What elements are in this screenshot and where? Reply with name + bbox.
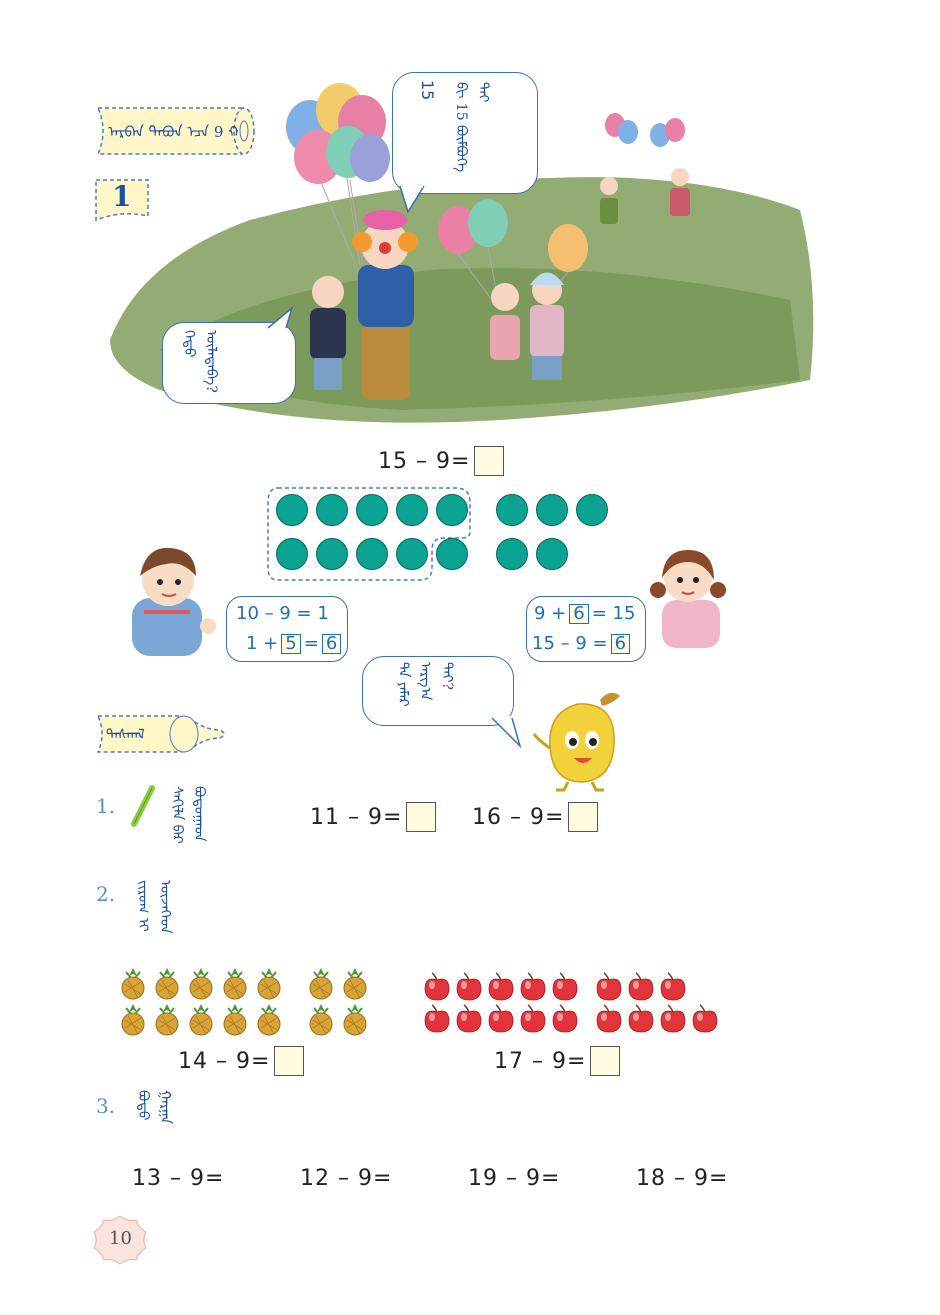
item-2-number: 2.	[96, 882, 116, 906]
item-1-eq1-answer-box[interactable]	[406, 802, 437, 832]
counter-dot	[356, 494, 388, 526]
apple-icon	[660, 972, 686, 1001]
counter-dot	[436, 494, 468, 526]
girl-character	[650, 550, 726, 648]
pineapple-icon	[257, 968, 281, 1000]
pineapple-icon	[155, 968, 179, 1000]
girl-line2-prefix: 15 – 9 =	[532, 633, 608, 654]
girl-method-line1: 9 + 6 = 15	[534, 603, 635, 624]
fruit-bubble-tail	[491, 716, 522, 748]
counter-dot	[496, 494, 528, 526]
pineapple-icon	[121, 1004, 145, 1036]
item-2-eq2-answer-box[interactable]	[590, 1046, 621, 1076]
page-number: 10	[109, 1228, 132, 1249]
apple-icon	[520, 972, 546, 1001]
pineapple-icon	[189, 1004, 213, 1036]
item-2-eq2: 17 – 9=	[494, 1046, 621, 1076]
boy	[310, 276, 346, 390]
boy-bubble-tail	[267, 306, 294, 329]
pineapple-icon	[309, 1004, 333, 1036]
apple-icon	[552, 972, 578, 1001]
apple-icon	[520, 1004, 546, 1033]
apple-icon	[424, 1004, 450, 1033]
apple-icon	[596, 1004, 622, 1033]
counter-dot	[396, 538, 428, 570]
pineapple-icon	[189, 968, 213, 1000]
item-1-number: 1.	[96, 794, 116, 818]
pineapple-icon	[155, 1004, 179, 1036]
calc-4: 18 – 9=	[636, 1166, 729, 1191]
clown-bubble-tail	[399, 186, 425, 214]
counter-dot	[316, 494, 348, 526]
pineapple-icon	[121, 968, 145, 1000]
girl-line1-prefix: 9 +	[534, 603, 567, 624]
boy-character	[132, 547, 216, 656]
counter-dot	[356, 538, 388, 570]
boy-line2-result: 6	[321, 633, 342, 654]
pineapple-icon	[223, 1004, 247, 1036]
apple-icon	[692, 1004, 718, 1033]
calc-3: 19 – 9=	[468, 1166, 561, 1191]
boy-method-line2: 1 + 5 = 6	[246, 633, 342, 654]
apple-icon	[456, 1004, 482, 1033]
boy-line2-prefix: 1 +	[246, 633, 279, 654]
calc-1: 13 – 9=	[132, 1166, 225, 1191]
counter-dot	[276, 494, 308, 526]
girl-line1-suffix: = 15	[591, 603, 636, 624]
pineapple-icon	[257, 1004, 281, 1036]
counter-dot	[396, 494, 428, 526]
boy-speech-text: ᠬᠡᠳᠦ ᠦᠯᠡᠳᠡᠪᠡ?	[181, 330, 219, 393]
apple-icon	[488, 972, 514, 1001]
clown-speech-number: 15	[418, 80, 437, 101]
apple-icon	[660, 1004, 686, 1033]
item-1-eq1-text: 11 – 9=	[310, 804, 403, 830]
apple-icon	[628, 1004, 654, 1033]
apple-icon	[488, 1004, 514, 1033]
item-1-eq1: 11 – 9=	[310, 802, 437, 832]
item-2-eq1-answer-box[interactable]	[274, 1046, 305, 1076]
counter-dot	[316, 538, 348, 570]
item-2-eq1-text: 14 – 9=	[178, 1048, 271, 1074]
main-equation-text: 15 – 9=	[378, 448, 471, 474]
pineapple-icon	[309, 968, 333, 1000]
apple-icon	[424, 972, 450, 1001]
boy-line2-box: 5	[281, 633, 301, 654]
item-1-eq2-text: 16 – 9=	[472, 804, 565, 830]
girl-line1-box: 6	[569, 603, 589, 624]
counter-dot	[496, 538, 528, 570]
apple-icon	[552, 1004, 578, 1033]
item-3-number: 3.	[96, 1094, 116, 1118]
apple-icon	[628, 972, 654, 1001]
counter-dot	[436, 538, 468, 570]
counter-dot	[576, 494, 608, 526]
girl-line2-result: 6	[610, 633, 631, 654]
item-3-instruction: ᠪᠣᠳᠣ ᠭᠠᠷᠭᠠ	[135, 1090, 173, 1124]
item-2-eq1: 14 – 9=	[178, 1046, 305, 1076]
counter-dot	[536, 494, 568, 526]
pineapple-icon	[223, 968, 247, 1000]
calc-2: 12 – 9=	[300, 1166, 393, 1191]
answer-box[interactable]	[474, 446, 505, 476]
counter-dot	[536, 538, 568, 570]
item-1-instruction: ᠰᠠᠬᠢᠯᠠ ᠪᠠᠷ ᠪᠣᠳᠣᠭᠠᠳ	[169, 786, 207, 844]
mango-mascot	[532, 692, 620, 792]
boy-line2-equals: =	[303, 633, 319, 654]
item-2-instruction: ᠵᠢᠷᠤᠭ ᠢ ᠦᠵᠡᠭᠡᠳ	[135, 880, 173, 934]
item-1-eq2-answer-box[interactable]	[568, 802, 599, 832]
stick-icon	[131, 785, 155, 827]
main-equation: 15 – 9=	[378, 446, 505, 476]
item-2-eq2-text: 17 – 9=	[494, 1048, 587, 1074]
counter-dot	[276, 538, 308, 570]
girl-method-line2: 15 – 9 = 6	[532, 633, 631, 654]
clown-speech-text: ᠪᠢ 15 ᠪᠥᠮᠪᠥᠭᠡ ᠲᠡᠢ	[453, 82, 491, 173]
item-1-eq2: 16 – 9=	[472, 802, 599, 832]
practice-title: ᠳᠠᠰᠬᠠᠯ	[106, 727, 145, 743]
pineapple-icon	[343, 1004, 367, 1036]
boy-method-line1: 10 – 9 = 1	[236, 603, 329, 624]
apple-icon	[456, 972, 482, 1001]
apple-icon	[596, 972, 622, 1001]
fruit-speech-text: ᠲᠠ ᠶᠠᠮᠠᠷ ᠠᠷᠭ᠎ᠠ ᠲᠠᠢ?	[395, 662, 455, 707]
pineapple-icon	[343, 968, 367, 1000]
